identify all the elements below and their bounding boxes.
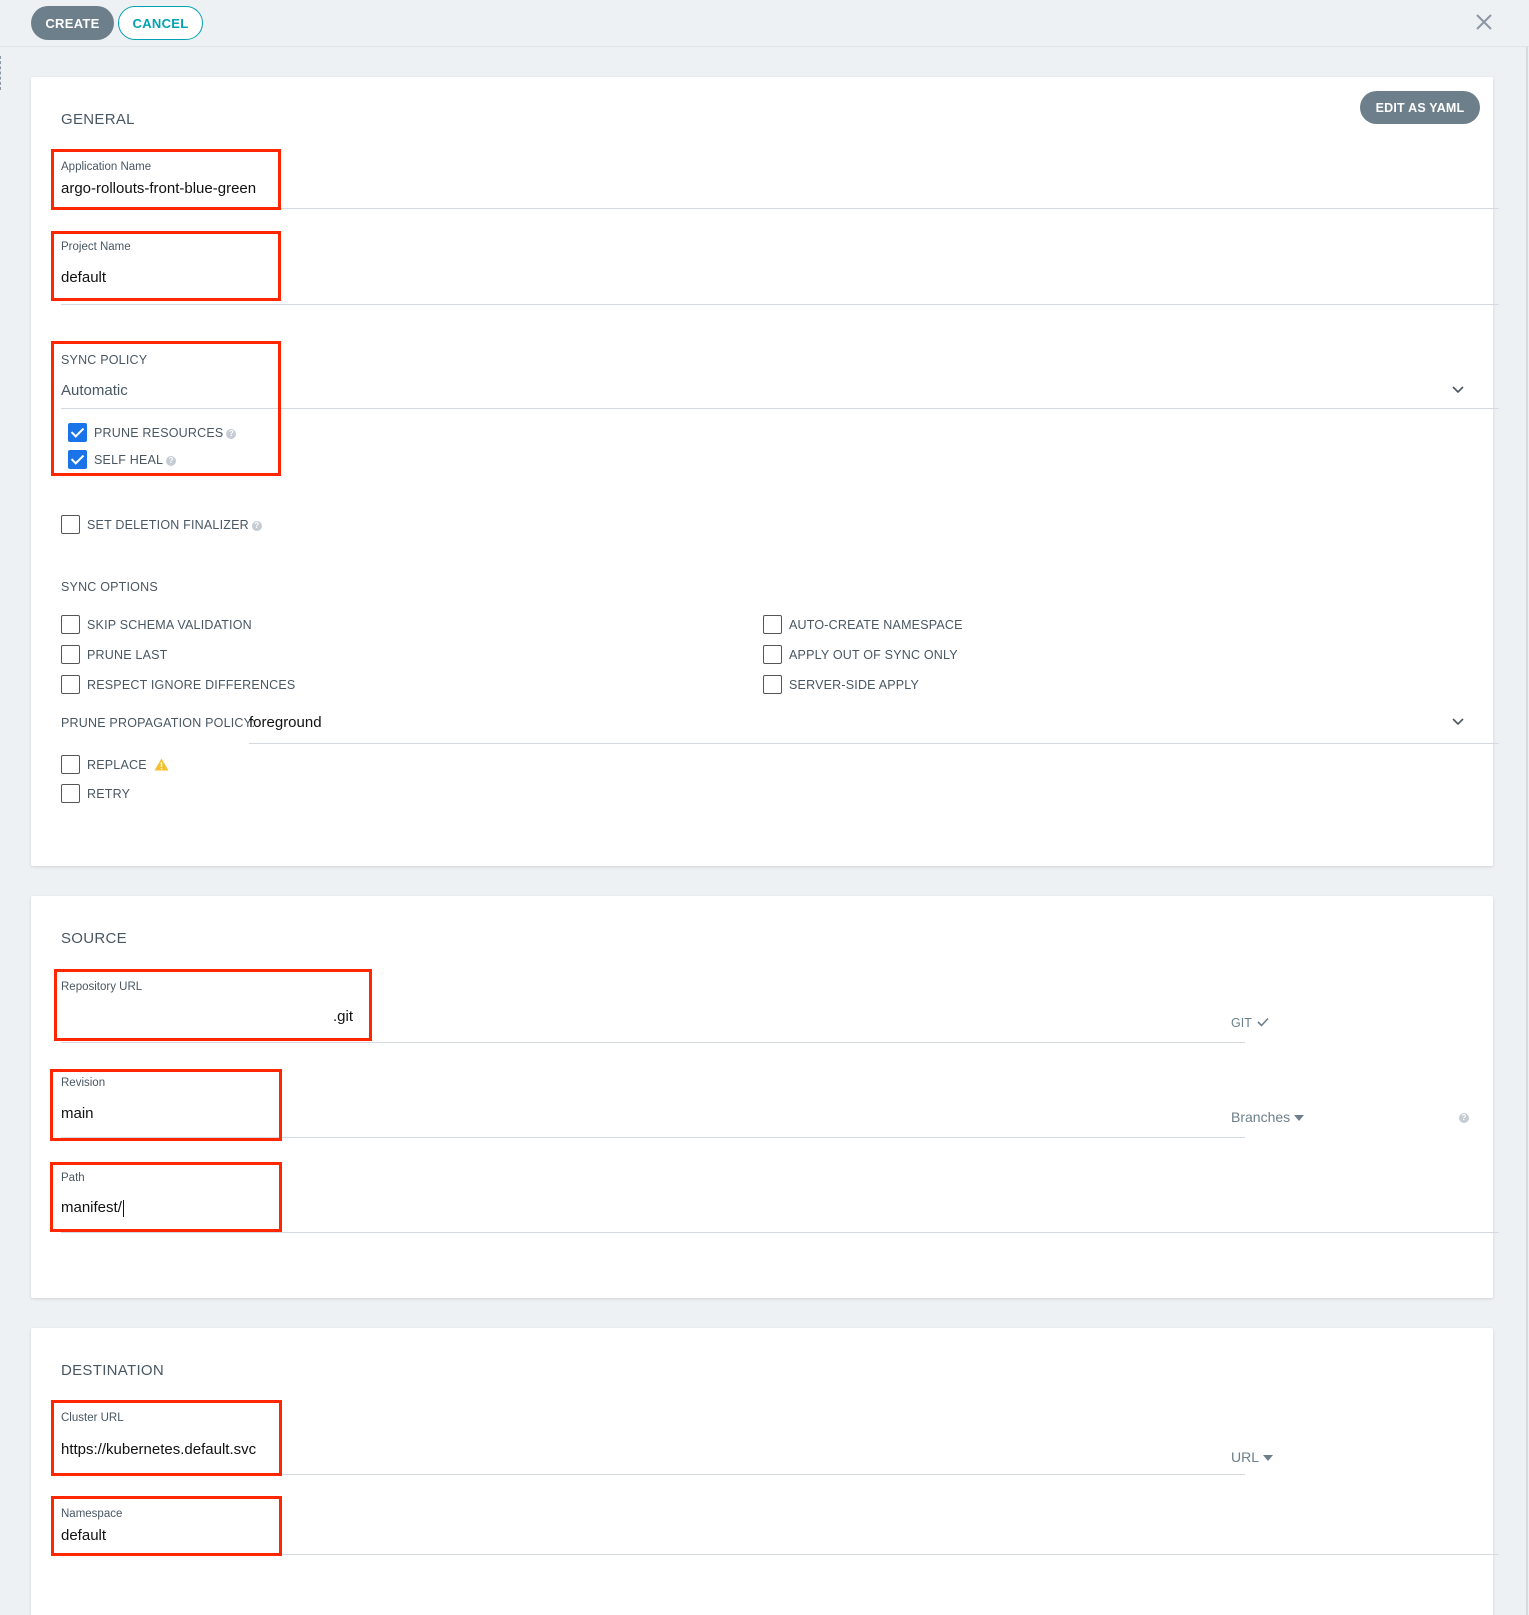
prune-propagation-select[interactable]: foreground xyxy=(249,714,322,731)
create-button[interactable]: CREATE xyxy=(31,6,114,40)
respect-ignore-differences-label: RESPECT IGNORE DIFFERENCES xyxy=(87,678,296,692)
caret-down-icon xyxy=(1294,1115,1305,1122)
retry-checkbox[interactable] xyxy=(61,784,80,803)
replace-option: REPLACE xyxy=(87,758,169,772)
general-card: GENERAL EDIT AS YAML Application Name ar… xyxy=(31,77,1499,866)
destination-card: DESTINATION Cluster URL https://kubernet… xyxy=(31,1328,1499,1615)
repo-type-indicator[interactable]: GIT xyxy=(1231,1016,1269,1030)
auto-create-namespace-checkbox[interactable] xyxy=(763,615,782,634)
auto-create-namespace-label: AUTO-CREATE NAMESPACE xyxy=(789,618,963,632)
source-title: SOURCE xyxy=(61,930,127,947)
warning-icon xyxy=(154,758,169,771)
replace-checkbox[interactable] xyxy=(61,755,80,774)
prune-last-checkbox[interactable] xyxy=(61,645,80,664)
apply-out-of-sync-only-label: APPLY OUT OF SYNC ONLY xyxy=(789,648,958,662)
skip-schema-validation-label: SKIP SCHEMA VALIDATION xyxy=(87,618,252,632)
divider xyxy=(61,304,1499,305)
set-deletion-finalizer-option: SET DELETION FINALIZER? xyxy=(87,518,262,532)
panel-edge xyxy=(0,56,2,90)
set-deletion-finalizer-label: SET DELETION FINALIZER xyxy=(87,518,249,532)
cluster-selector-label: URL xyxy=(1231,1449,1260,1465)
highlight-box xyxy=(51,1400,282,1476)
divider xyxy=(61,1232,1499,1233)
highlight-box xyxy=(51,149,281,210)
check-icon xyxy=(1257,1017,1269,1027)
scrollbar[interactable] xyxy=(1526,47,1528,1615)
respect-ignore-differences-checkbox[interactable] xyxy=(61,675,80,694)
chevron-down-icon[interactable] xyxy=(1451,383,1465,397)
revision-type-dropdown[interactable]: Branches xyxy=(1231,1109,1305,1125)
divider xyxy=(249,743,1499,744)
help-icon[interactable]: ? xyxy=(1459,1113,1469,1123)
highlight-box xyxy=(51,1496,282,1556)
highlight-box xyxy=(51,231,281,301)
server-side-apply-checkbox[interactable] xyxy=(763,675,782,694)
caret-down-icon xyxy=(1263,1455,1274,1462)
cluster-selector-dropdown[interactable]: URL xyxy=(1231,1449,1274,1465)
top-toolbar: CREATE CANCEL xyxy=(0,0,1529,47)
highlight-box xyxy=(54,969,372,1041)
close-icon[interactable] xyxy=(1472,10,1496,34)
highlight-box xyxy=(50,1069,282,1141)
highlight-box xyxy=(50,1162,282,1232)
edit-as-yaml-button[interactable]: EDIT AS YAML xyxy=(1360,91,1480,124)
revision-type-label: Branches xyxy=(1231,1109,1291,1125)
chevron-down-icon[interactable] xyxy=(1451,715,1465,729)
retry-label: RETRY xyxy=(87,787,131,801)
prune-last-label: PRUNE LAST xyxy=(87,648,168,662)
repo-type-label: GIT xyxy=(1231,1016,1252,1030)
source-card: SOURCE Repository URL .git GIT Revision … xyxy=(31,896,1499,1298)
apply-out-of-sync-only-checkbox[interactable] xyxy=(763,645,782,664)
skip-schema-validation-checkbox[interactable] xyxy=(61,615,80,634)
highlight-box xyxy=(51,341,281,476)
divider xyxy=(61,1042,1245,1043)
cancel-button[interactable]: CANCEL xyxy=(118,6,203,40)
set-deletion-finalizer-checkbox[interactable] xyxy=(61,515,80,534)
prune-propagation-label: PRUNE PROPAGATION POLICY: xyxy=(61,716,256,730)
server-side-apply-label: SERVER-SIDE APPLY xyxy=(789,678,920,692)
sync-options-title: SYNC OPTIONS xyxy=(61,580,158,594)
help-icon[interactable]: ? xyxy=(251,520,262,531)
general-title: GENERAL xyxy=(61,111,135,128)
destination-title: DESTINATION xyxy=(61,1362,165,1379)
replace-label: REPLACE xyxy=(87,758,147,772)
